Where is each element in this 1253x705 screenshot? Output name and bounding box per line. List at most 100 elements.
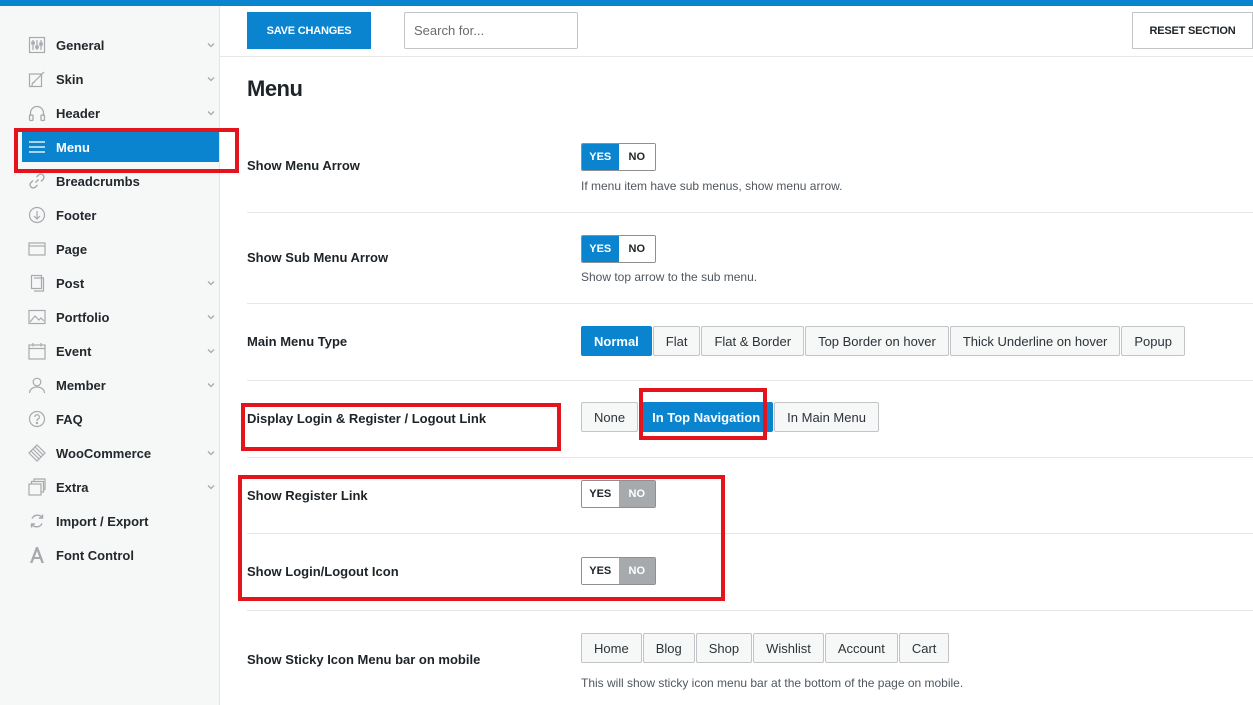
sidebar-item-skin[interactable]: Skin (22, 64, 220, 94)
setting-label: Show Sticky Icon Menu bar on mobile (247, 652, 481, 667)
setting-label: Show Login/Logout Icon (247, 564, 399, 579)
setting-description: This will show sticky icon menu bar at t… (581, 676, 964, 690)
option-top-border-hover[interactable]: Top Border on hover (805, 326, 949, 356)
calendar-icon (27, 341, 47, 361)
toggle-yes[interactable]: YES (582, 558, 619, 584)
setting-label: Show Menu Arrow (247, 158, 360, 173)
sidebar-item-import-export[interactable]: Import / Export (22, 506, 220, 536)
sliders-icon (27, 35, 47, 55)
option-popup[interactable]: Popup (1121, 326, 1185, 356)
chevron-down-icon (207, 43, 215, 48)
option-thick-underline-hover[interactable]: Thick Underline on hover (949, 326, 1121, 356)
sidebar-item-label: Import / Export (56, 513, 149, 529)
divider (247, 212, 1253, 213)
sidebar-item-label: Page (56, 241, 88, 257)
chevron-down-icon (207, 349, 215, 354)
setting-description: If menu item have sub menus, show menu a… (581, 179, 843, 193)
link-icon (27, 171, 47, 191)
divider (247, 303, 1253, 304)
option-normal[interactable]: Normal (581, 326, 652, 356)
option-in-main-menu[interactable]: In Main Menu (774, 402, 879, 432)
search-input[interactable] (404, 12, 578, 49)
toggle-yes[interactable]: YES (582, 236, 619, 262)
sidebar-item-label: Header (56, 105, 101, 121)
option-home[interactable]: Home (581, 633, 642, 663)
sidebar-item-member[interactable]: Member (22, 370, 220, 400)
divider (220, 56, 1253, 57)
option-flat[interactable]: Flat (652, 326, 701, 356)
font-icon (27, 545, 47, 565)
toggle-yes[interactable]: YES (582, 481, 619, 507)
sidebar-item-label: FAQ (56, 411, 83, 427)
question-icon (27, 409, 47, 429)
sidebar-item-breadcrumbs[interactable]: Breadcrumbs (22, 166, 220, 196)
sidebar-item-font-control[interactable]: Font Control (22, 540, 220, 570)
option-wishlist[interactable]: Wishlist (753, 633, 824, 663)
window-icon (27, 239, 47, 259)
sidebar-item-portfolio[interactable]: Portfolio (22, 302, 220, 332)
sidebar-item-label: Skin (56, 71, 84, 87)
option-blog[interactable]: Blog (642, 633, 695, 663)
toggle-no[interactable]: NO (618, 558, 655, 584)
sidebar-item-label: Footer (56, 207, 97, 223)
chevron-down-icon (207, 77, 215, 82)
show-register-link-toggle[interactable]: YES NO (581, 480, 656, 508)
sidebar-item-label: Portfolio (56, 309, 110, 325)
option-account[interactable]: Account (824, 633, 898, 663)
main-menu-type-group: Normal Flat Flat & Border Top Border on … (581, 326, 1185, 356)
menu-icon (27, 137, 47, 157)
sidebar-item-post[interactable]: Post (22, 268, 220, 298)
divider (247, 533, 1253, 534)
option-cart[interactable]: Cart (898, 633, 950, 663)
option-in-top-navigation[interactable]: In Top Navigation (639, 402, 774, 432)
chevron-down-icon (207, 281, 215, 286)
sidebar-item-label: Extra (56, 479, 89, 495)
show-menu-arrow-toggle[interactable]: YES NO (581, 143, 656, 171)
option-none[interactable]: None (581, 402, 639, 432)
arrow-down-circle-icon (27, 205, 47, 225)
sidebar-item-footer[interactable]: Footer (22, 200, 220, 230)
sidebar-item-label: Event (56, 343, 92, 359)
sidebar-item-menu[interactable]: Menu (22, 132, 219, 162)
sidebar-item-label: Post (56, 275, 85, 291)
brush-icon (27, 69, 47, 89)
sidebar-item-page[interactable]: Page (22, 234, 220, 264)
chevron-down-icon (207, 111, 215, 116)
chevron-down-icon (207, 315, 215, 320)
sidebar-item-general[interactable]: General (22, 30, 220, 60)
sidebar-item-label: Menu (56, 139, 90, 155)
divider (247, 380, 1253, 381)
option-shop[interactable]: Shop (695, 633, 753, 663)
toggle-yes[interactable]: YES (582, 144, 619, 170)
chevron-down-icon (207, 485, 215, 490)
show-sub-menu-arrow-toggle[interactable]: YES NO (581, 235, 656, 263)
sidebar-item-faq[interactable]: FAQ (22, 404, 220, 434)
copy-icon (27, 273, 47, 293)
woo-icon (27, 443, 47, 463)
toggle-no[interactable]: NO (618, 236, 655, 262)
sidebar-item-extra[interactable]: Extra (22, 472, 220, 502)
sidebar-item-header[interactable]: Header (22, 98, 220, 128)
setting-label: Display Login & Register / Logout Link (247, 411, 487, 426)
user-icon (27, 375, 47, 395)
sidebar-item-label: Font Control (56, 547, 134, 563)
toggle-no[interactable]: NO (618, 144, 655, 170)
setting-label: Show Sub Menu Arrow (247, 250, 389, 265)
sidebar-item-woocommerce[interactable]: WooCommerce (22, 438, 220, 468)
sidebar-item-label: Member (56, 377, 106, 393)
chevron-down-icon (207, 383, 215, 388)
page-title: Menu (247, 76, 303, 101)
image-icon (27, 307, 47, 327)
divider (247, 610, 1253, 611)
sidebar-item-label: General (56, 37, 105, 53)
toggle-no[interactable]: NO (618, 481, 655, 507)
sidebar-item-label: WooCommerce (56, 445, 152, 461)
reset-section-button[interactable]: RESET SECTION (1132, 12, 1253, 49)
layers-icon (27, 477, 47, 497)
show-login-icon-toggle[interactable]: YES NO (581, 557, 656, 585)
divider (247, 457, 1253, 458)
option-flat-border[interactable]: Flat & Border (701, 326, 805, 356)
setting-description: Show top arrow to the sub menu. (581, 270, 758, 284)
sidebar-item-event[interactable]: Event (22, 336, 220, 366)
save-changes-button[interactable]: SAVE CHANGES (247, 12, 371, 49)
